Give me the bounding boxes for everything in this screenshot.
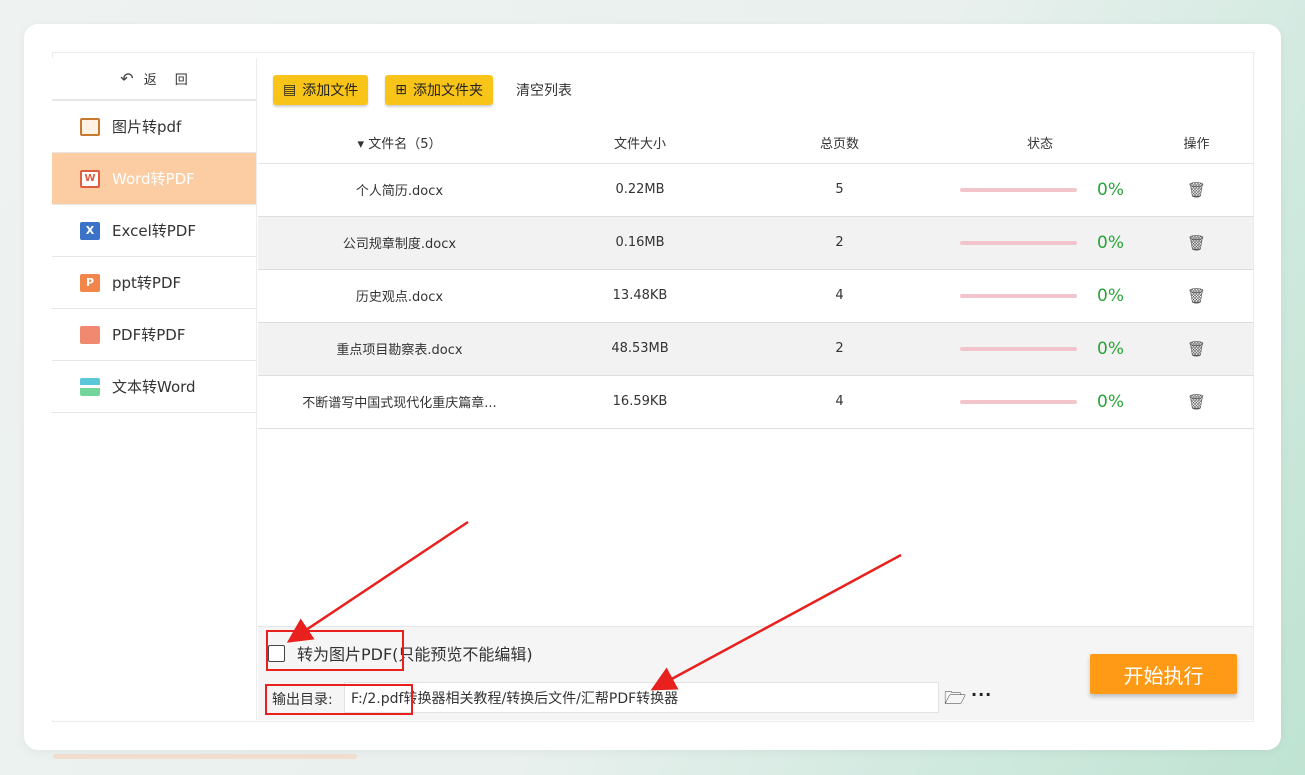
back-label: 返回 [143,73,206,88]
file-status: 0% [940,269,1140,322]
sidebar-item-label: Excel转PDF [112,222,196,240]
add-folder-icon: ⊞ [395,82,407,98]
image-icon [80,117,100,136]
file-table: ▾ 文件名（5） 文件大小 总页数 状态 操作 个人简历.docx 0.22MB… [258,122,1253,429]
file-pages: 5 [835,182,844,197]
file-pages: 4 [835,394,844,409]
header-size: 文件大小 [613,136,666,152]
progress-bar [960,240,1077,245]
progress-text: 0% [1097,179,1124,200]
file-name: 个人简历.docx [355,184,444,199]
file-name: 公司规章制度.docx [342,237,457,252]
add-file-button[interactable]: ▤ 添加文件 [273,75,369,105]
trash-icon[interactable]: 🗑 [1187,287,1206,305]
file-size: 0.16MB [615,235,665,250]
file-status: 0% [940,375,1140,428]
add-folder-button[interactable]: ⊞ 添加文件夹 [385,75,493,105]
sidebar-item-label: 图片转pdf [112,118,182,136]
clear-list-button[interactable]: 清空列表 [516,80,572,100]
add-file-icon: ▤ [283,82,297,98]
output-dir-field[interactable]: F:/2.pdf转换器相关教程/转换后文件/汇帮PDF转换器 [344,682,939,713]
file-size: 48.53MB [611,341,669,356]
file-size: 16.59KB [612,394,668,409]
ppt-icon: P [80,273,100,292]
table-header: ▾ 文件名（5） 文件大小 总页数 状态 操作 [258,122,1253,163]
bottom-shadow-strip [53,754,357,759]
highlight-output-label-box [265,684,413,715]
file-pages: 2 [835,235,844,250]
sidebar-item-word-to-pdf[interactable]: W Word转PDF [52,153,256,205]
sidebar-item-label: PDF转PDF [112,326,186,344]
highlight-checkbox-box [266,630,404,671]
progress-text: 0% [1097,232,1124,253]
word-icon: W [80,169,100,188]
sidebar-item-pdf-to-pdf[interactable]: PDF转PDF [52,309,256,361]
sidebar-item-label: 文本转Word [112,378,196,396]
progress-text: 0% [1097,391,1124,412]
start-button[interactable]: 开始执行 [1090,654,1237,694]
header-pages: 总页数 [819,136,859,152]
file-pages: 4 [835,288,844,303]
trash-icon[interactable]: 🗑 [1187,181,1206,199]
table-row: 不断谱写中国式现代化重庆篇章... 16.59KB 4 0% 🗑 [258,375,1253,428]
table-row: 个人简历.docx 0.22MB 5 0% 🗑 [258,163,1253,216]
progress-text: 0% [1097,338,1124,359]
progress-bar [960,293,1077,298]
file-size: 0.22MB [615,182,665,197]
file-name: 不断谱写中国式现代化重庆篇章... [302,396,497,411]
file-size: 13.48KB [612,288,668,303]
add-folder-label: 添加文件夹 [412,83,483,99]
file-name: 重点项目勘察表.docx [336,343,463,358]
sidebar-item-ppt-to-pdf[interactable]: P ppt转PDF [52,257,256,309]
progress-bar [960,187,1077,192]
sidebar-item-excel-to-pdf[interactable]: X Excel转PDF [52,205,256,257]
header-filename[interactable]: ▾ 文件名（5） [258,122,541,163]
pdf-icon [80,325,100,344]
back-arrow-icon: ↶ [120,69,134,88]
file-pages: 2 [835,341,844,356]
table-row: 历史观点.docx 13.48KB 4 0% 🗑 [258,269,1253,322]
sidebar-item-image-to-pdf[interactable]: 图片转pdf [52,101,256,153]
text-icon [80,377,100,396]
main-panel: ▤ 添加文件 ⊞ 添加文件夹 清空列表 ▾ 文件名（5） 文件大小 总页数 状态… [258,58,1253,720]
file-status: 0% [940,322,1140,375]
file-status: 0% [940,163,1140,216]
back-button[interactable]: ↶ 返回 [52,58,256,101]
progress-bar [960,346,1077,351]
more-options-button[interactable]: ··· [971,685,992,704]
file-status: 0% [940,216,1140,269]
trash-icon[interactable]: 🗑 [1187,234,1206,252]
trash-icon[interactable]: 🗑 [1187,393,1206,411]
excel-icon: X [80,221,100,240]
header-status: 状态 [1026,136,1053,152]
sidebar-item-label: Word转PDF [112,170,195,188]
table-row: 公司规章制度.docx 0.16MB 2 0% 🗑 [258,216,1253,269]
add-file-label: 添加文件 [302,83,359,99]
header-action: 操作 [1183,136,1210,152]
table-row: 重点项目勘察表.docx 48.53MB 2 0% 🗑 [258,322,1253,375]
progress-text: 0% [1097,285,1124,306]
sidebar-item-text-to-word[interactable]: 文本转Word [52,361,256,413]
sidebar: ↶ 返回 图片转pdf W Word转PDF X Excel转PDF P ppt… [52,58,257,720]
sidebar-item-label: ppt转PDF [112,274,182,292]
toolbar: ▤ 添加文件 ⊞ 添加文件夹 清空列表 [258,58,1253,122]
file-name: 历史观点.docx [355,290,444,305]
folder-open-icon[interactable]: 🗁 [944,686,966,716]
trash-icon[interactable]: 🗑 [1187,340,1206,358]
progress-bar [960,399,1077,404]
